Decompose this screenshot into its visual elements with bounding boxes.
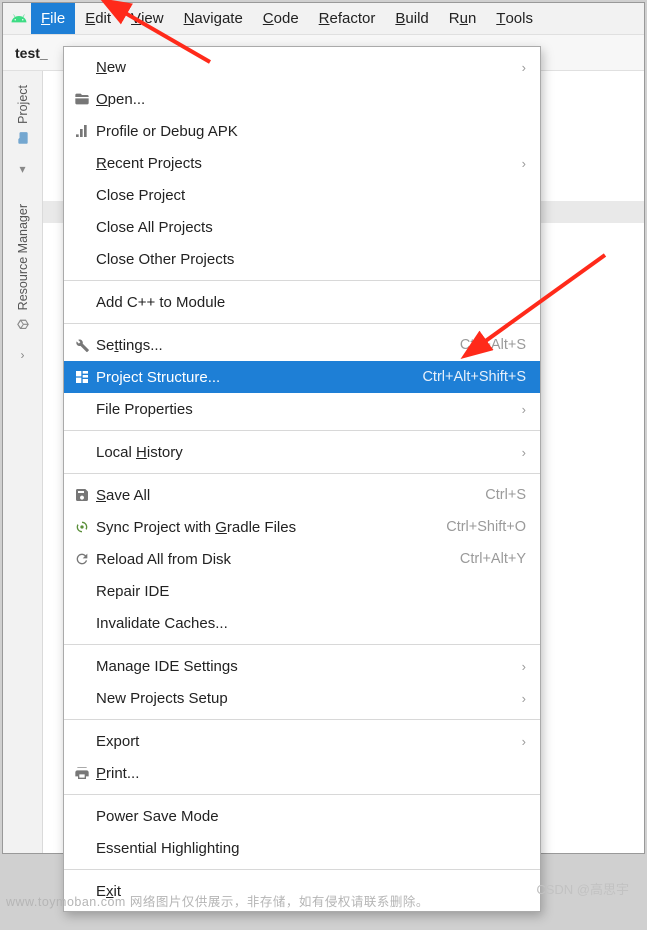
tool-window-bar-left: Project ▾ Resource Manager › [3,71,43,853]
folder-icon [15,130,31,146]
chevron-right-icon[interactable]: › [21,342,25,368]
tool-tab-resource-manager[interactable]: Resource Manager [13,196,33,340]
menu-item-label: Open... [96,91,526,108]
menu-item-label: Export [96,733,522,750]
menu-item-label: Project Structure... [96,369,410,386]
menu-item-label: New Projects Setup [96,690,522,707]
menu-tools[interactable]: Tools [486,3,543,34]
reload-icon [74,551,96,567]
menu-item-label: Settings... [96,337,448,354]
menu-item-project-structure[interactable]: Project Structure...Ctrl+Alt+Shift+S [64,361,540,393]
menu-separator [64,644,540,645]
menu-item-recent-projects[interactable]: Recent Projects› [64,147,540,179]
menu-item-sync-project-with-gradle-files[interactable]: Sync Project with Gradle FilesCtrl+Shift… [64,511,540,543]
menu-item-save-all[interactable]: Save AllCtrl+S [64,479,540,511]
project-structure-icon [74,369,96,385]
menu-item-label: Profile or Debug APK [96,123,526,140]
menu-item-repair-ide[interactable]: Repair IDE [64,575,540,607]
chevron-right-icon: › [522,60,526,75]
menu-item-open[interactable]: Open... [64,83,540,115]
menu-item-label: Reload All from Disk [96,551,448,568]
menu-separator [64,473,540,474]
menu-item-invalidate-caches[interactable]: Invalidate Caches... [64,607,540,639]
folder-open-icon [74,91,96,107]
print-icon [74,765,96,781]
watermark-right: CSDN @高思宇 [536,879,629,898]
menu-item-label: Recent Projects [96,155,522,172]
menu-item-new[interactable]: New› [64,51,540,83]
chevron-right-icon: › [522,402,526,417]
menu-item-shortcut: Ctrl+Shift+O [434,519,526,535]
menu-edit[interactable]: Edit [75,3,121,34]
menu-item-label: Power Save Mode [96,808,526,825]
menu-item-export[interactable]: Export› [64,725,540,757]
android-logo-icon [7,3,31,34]
menu-separator [64,430,540,431]
menu-item-settings[interactable]: Settings...Ctrl+Alt+S [64,329,540,361]
menu-item-label: Close Other Projects [96,251,526,268]
menu-item-label: Invalidate Caches... [96,615,526,632]
chevron-right-icon: › [522,659,526,674]
menu-item-new-projects-setup[interactable]: New Projects Setup› [64,682,540,714]
menu-separator [64,719,540,720]
profile-icon [74,123,96,139]
menu-item-label: Save All [96,487,473,504]
menu-item-label: Repair IDE [96,583,526,600]
menu-item-local-history[interactable]: Local History› [64,436,540,468]
menu-item-label: Essential Highlighting [96,840,526,857]
chevron-down-icon[interactable]: ▾ [19,156,25,182]
menu-separator [64,280,540,281]
tool-tab-label: Project [16,85,30,124]
menu-separator [64,794,540,795]
menu-item-print[interactable]: Print... [64,757,540,789]
menu-item-label: Manage IDE Settings [96,658,522,675]
menu-navigate[interactable]: Navigate [174,3,253,34]
menu-run[interactable]: Run [439,3,487,34]
menu-build[interactable]: Build [385,3,438,34]
wrench-icon [74,337,96,353]
menu-item-label: Close All Projects [96,219,526,236]
menu-item-shortcut: Ctrl+Alt+Shift+S [410,369,526,385]
menu-item-manage-ide-settings[interactable]: Manage IDE Settings› [64,650,540,682]
menu-item-label: Add C++ to Module [96,294,526,311]
menubar: FileEditViewNavigateCodeRefactorBuildRun… [3,3,644,35]
menu-item-label: Print... [96,765,526,782]
menu-item-shortcut: Ctrl+Alt+S [448,337,526,353]
menu-item-close-project[interactable]: Close Project [64,179,540,211]
menu-separator [64,869,540,870]
chevron-right-icon: › [522,734,526,749]
menu-item-close-all-projects[interactable]: Close All Projects [64,211,540,243]
breadcrumb: test_ [15,45,48,61]
menu-item-power-save-mode[interactable]: Power Save Mode [64,800,540,832]
menu-item-profile-or-debug-apk[interactable]: Profile or Debug APK [64,115,540,147]
menu-code[interactable]: Code [253,3,309,34]
tool-tab-label: Resource Manager [16,204,30,310]
menu-item-label: Sync Project with Gradle Files [96,519,434,536]
ide-window: FileEditViewNavigateCodeRefactorBuildRun… [2,2,645,854]
menu-item-close-other-projects[interactable]: Close Other Projects [64,243,540,275]
menu-item-essential-highlighting[interactable]: Essential Highlighting [64,832,540,864]
menu-item-label: File Properties [96,401,522,418]
tool-tab-project[interactable]: Project [13,77,33,154]
menu-item-shortcut: Ctrl+S [473,487,526,503]
chevron-right-icon: › [522,445,526,460]
file-menu-dropdown: New›Open...Profile or Debug APKRecent Pr… [63,46,541,912]
menu-view[interactable]: View [121,3,174,34]
menu-item-label: Local History [96,444,522,461]
menu-item-add-c-to-module[interactable]: Add C++ to Module [64,286,540,318]
menu-refactor[interactable]: Refactor [309,3,386,34]
save-icon [74,487,96,503]
menu-item-reload-all-from-disk[interactable]: Reload All from DiskCtrl+Alt+Y [64,543,540,575]
menu-item-label: Close Project [96,187,526,204]
sync-gradle-icon [74,519,96,535]
resource-manager-icon [15,316,31,332]
menu-item-label: New [96,59,522,76]
menu-file[interactable]: File [31,3,75,34]
watermark-left: www.toymoban.com 网络图片仅供展示，非存储，如有侵权请联系删除。 [6,891,429,910]
menu-separator [64,323,540,324]
chevron-right-icon: › [522,156,526,171]
menu-item-file-properties[interactable]: File Properties› [64,393,540,425]
menu-item-shortcut: Ctrl+Alt+Y [448,551,526,567]
chevron-right-icon: › [522,691,526,706]
